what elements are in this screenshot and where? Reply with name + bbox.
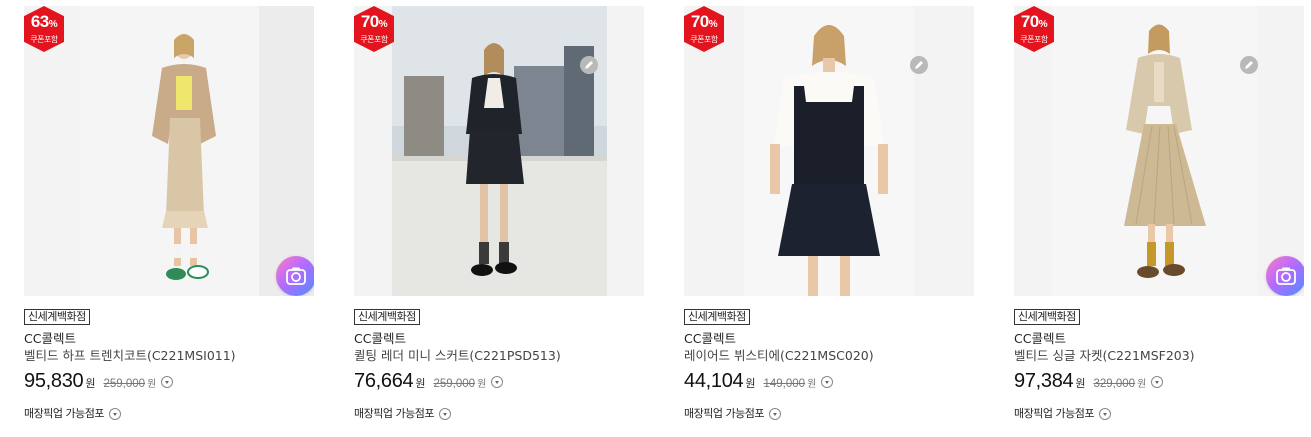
original-currency: 원 xyxy=(477,379,487,390)
product-image[interactable]: 70% 쿠폰포함 xyxy=(684,6,974,296)
discount-value: 70 xyxy=(1020,12,1039,31)
product-name[interactable]: 벨티드 하프 트렌치코트(C221MSI011) xyxy=(24,347,314,364)
pickup-info-icon[interactable] xyxy=(768,408,781,420)
product-grid: 63% 쿠폰포함 신세계백화점 CC콜렉트 벨티드 하프 트렌치코트(C221M… xyxy=(0,0,1311,437)
price-info-icon[interactable] xyxy=(821,376,834,388)
coupon-label: 쿠폰포함 xyxy=(690,35,718,44)
store-pickup[interactable]: 매장픽업 가능점포 xyxy=(354,405,644,421)
product-image[interactable]: 70% 쿠폰포함 xyxy=(1014,6,1304,296)
price-info-icon[interactable] xyxy=(161,376,174,388)
pencil-icon[interactable] xyxy=(1240,56,1258,74)
product-info: 신세계백화점 CC콜렉트 벨티드 싱글 자켓(C221MSF203) 97,38… xyxy=(1014,296,1304,421)
camera-icon xyxy=(1276,267,1296,285)
currency: 원 xyxy=(745,377,756,390)
coupon-label: 쿠폰포함 xyxy=(1020,35,1048,44)
pickup-info-icon[interactable] xyxy=(438,408,451,420)
original-price: 259,000 xyxy=(103,378,146,390)
currency: 원 xyxy=(1075,377,1086,390)
store-tag: 신세계백화점 xyxy=(1014,309,1080,325)
sale-price: 44,104 xyxy=(684,370,744,392)
store-pickup[interactable]: 매장픽업 가능점포 xyxy=(24,405,314,421)
store-tag: 신세계백화점 xyxy=(684,309,750,325)
product-name[interactable]: 레이어드 뷔스티에(C221MSC020) xyxy=(684,347,974,364)
camera-button[interactable] xyxy=(276,256,314,296)
product-photo xyxy=(354,6,644,296)
sale-price: 76,664 xyxy=(354,370,414,392)
currency: 원 xyxy=(415,377,426,390)
store-pickup[interactable]: 매장픽업 가능점포 xyxy=(1014,405,1304,421)
pickup-label: 매장픽업 가능점포 xyxy=(684,407,764,420)
price-row: 44,104 원 149,000 원 xyxy=(684,370,974,393)
pickup-label: 매장픽업 가능점포 xyxy=(1014,407,1094,420)
product-photo xyxy=(1014,6,1304,296)
product-info: 신세계백화점 CC콜렉트 벨티드 하프 트렌치코트(C221MSI011) 95… xyxy=(24,296,314,421)
store-pickup[interactable]: 매장픽업 가능점포 xyxy=(684,405,974,421)
pickup-label: 매장픽업 가능점포 xyxy=(354,407,434,420)
sale-price: 97,384 xyxy=(1014,370,1074,392)
price-info-icon[interactable] xyxy=(491,376,504,388)
product-photo xyxy=(24,6,314,296)
pickup-label: 매장픽업 가능점포 xyxy=(24,407,104,420)
product-photo xyxy=(684,6,974,296)
store-tag: 신세계백화점 xyxy=(24,309,90,325)
brand-name[interactable]: CC콜렉트 xyxy=(24,331,314,347)
discount-unit: % xyxy=(708,19,718,30)
brand-name[interactable]: CC콜렉트 xyxy=(1014,331,1304,347)
product-card[interactable]: 70% 쿠폰포함 신세계백화점 CC콜렉트 퀼팅 레더 미니 스커트(C221P… xyxy=(354,6,644,421)
product-info: 신세계백화점 CC콜렉트 퀼팅 레더 미니 스커트(C221PSD513) 76… xyxy=(354,296,644,421)
product-image[interactable]: 70% 쿠폰포함 xyxy=(354,6,644,296)
pencil-icon[interactable] xyxy=(910,56,928,74)
store-tag: 신세계백화점 xyxy=(354,309,420,325)
product-info: 신세계백화점 CC콜렉트 레이어드 뷔스티에(C221MSC020) 44,10… xyxy=(684,296,974,421)
currency: 원 xyxy=(85,377,96,390)
pencil-icon[interactable] xyxy=(580,56,598,74)
product-name[interactable]: 벨티드 싱글 자켓(C221MSF203) xyxy=(1014,347,1304,364)
brand-name[interactable]: CC콜렉트 xyxy=(354,331,644,347)
price-row: 95,830 원 259,000 원 xyxy=(24,370,314,393)
original-currency: 원 xyxy=(147,379,157,390)
camera-button[interactable] xyxy=(1266,256,1304,296)
discount-value: 70 xyxy=(690,12,709,31)
discount-value: 70 xyxy=(360,12,379,31)
product-card[interactable]: 70% 쿠폰포함 신세계백화점 CC콜렉트 레이어드 뷔스티에(C221MSC0… xyxy=(684,6,974,421)
price-row: 97,384 원 329,000 원 xyxy=(1014,370,1304,393)
product-card[interactable]: 70% 쿠폰포함 신세계백화점 CC콜렉트 벨티드 싱글 자켓(C221MSF2… xyxy=(1014,6,1304,421)
price-info-icon[interactable] xyxy=(1151,376,1164,388)
pickup-info-icon[interactable] xyxy=(1098,408,1111,420)
original-currency: 원 xyxy=(807,379,817,390)
discount-unit: % xyxy=(1038,19,1048,30)
pickup-info-icon[interactable] xyxy=(108,408,121,420)
original-price: 259,000 xyxy=(433,378,476,390)
camera-icon xyxy=(286,267,306,285)
coupon-label: 쿠폰포함 xyxy=(360,35,388,44)
brand-name[interactable]: CC콜렉트 xyxy=(684,331,974,347)
original-price: 329,000 xyxy=(1093,378,1136,390)
product-card[interactable]: 63% 쿠폰포함 신세계백화점 CC콜렉트 벨티드 하프 트렌치코트(C221M… xyxy=(24,6,314,421)
product-image[interactable]: 63% 쿠폰포함 xyxy=(24,6,314,296)
original-currency: 원 xyxy=(1137,379,1147,390)
discount-unit: % xyxy=(378,19,388,30)
product-name[interactable]: 퀼팅 레더 미니 스커트(C221PSD513) xyxy=(354,347,644,364)
discount-value: 63 xyxy=(30,12,49,31)
original-price: 149,000 xyxy=(763,378,806,390)
coupon-label: 쿠폰포함 xyxy=(30,35,58,44)
price-row: 76,664 원 259,000 원 xyxy=(354,370,644,393)
sale-price: 95,830 xyxy=(24,370,84,392)
discount-unit: % xyxy=(48,19,58,30)
